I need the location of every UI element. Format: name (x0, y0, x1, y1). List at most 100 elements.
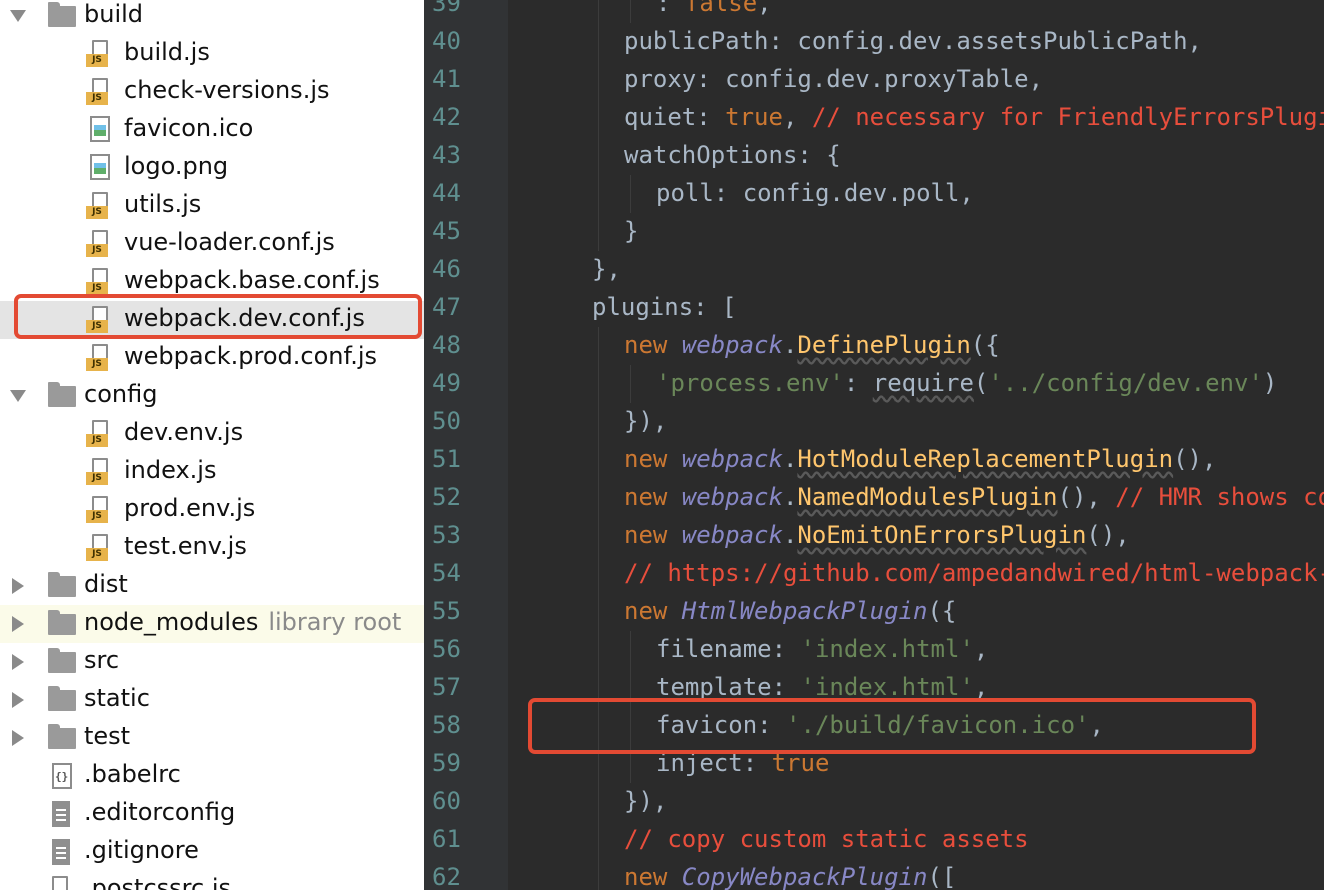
code-token: . (782, 521, 798, 549)
code-token: (), (1086, 521, 1130, 549)
code-token: . (782, 331, 798, 359)
indent-guide (630, 175, 631, 213)
image-file-icon (90, 154, 112, 180)
indent-guide (630, 631, 631, 669)
code-line[interactable]: new webpack.NamedModulesPlugin(), // HMR… (424, 479, 1324, 517)
tree-item-label: index.js (124, 456, 217, 484)
tree-folder-static[interactable]: static (0, 681, 424, 719)
tree-file-check-versions-js[interactable]: JS check-versions.js (0, 73, 424, 111)
code-token: // necessary for FriendlyErrorsPlugin (811, 103, 1324, 131)
highlight-box-favicon-line (528, 698, 1256, 754)
tree-file-postcssrc-js[interactable]: JS .postcssrc.js (0, 871, 424, 890)
code-line[interactable]: filename: 'index.html', (424, 631, 1324, 669)
tree-folder-test[interactable]: test (0, 719, 424, 757)
code-line[interactable]: new webpack.DefinePlugin({ (424, 327, 1324, 365)
folder-icon (48, 382, 76, 407)
code-line[interactable]: // https://github.com/ampedandwired/html… (424, 555, 1324, 593)
code-token: webpack (681, 483, 783, 511)
tree-file-test-env-js[interactable]: JS test.env.js (0, 529, 424, 567)
code-line[interactable]: new HtmlWebpackPlugin({ (424, 593, 1324, 631)
code-text: poll: config.dev.poll, (656, 179, 974, 207)
indent-guide (630, 0, 631, 23)
indent-guide (598, 593, 599, 631)
tree-file-dev-env-js[interactable]: JS dev.env.js (0, 415, 424, 453)
js-file-icon: JS (86, 40, 112, 68)
tree-file-babelrc[interactable]: {} .babelrc (0, 757, 424, 795)
code-line[interactable]: poll: config.dev.poll, (424, 175, 1324, 213)
tree-file-prod-env-js[interactable]: JS prod.env.js (0, 491, 424, 529)
code-token: new (624, 597, 682, 625)
code-token: webpack (681, 445, 783, 473)
chevron-right-icon[interactable] (12, 654, 24, 670)
code-line[interactable]: // copy custom static assets (424, 821, 1324, 859)
folder-icon (48, 724, 76, 749)
code-text: publicPath: config.dev.assetsPublicPath, (624, 27, 1202, 55)
indent-guide (598, 631, 599, 669)
code-text: watchOptions: { (624, 141, 841, 169)
chevron-down-icon[interactable] (10, 10, 26, 22)
tree-file-index-js[interactable]: JS index.js (0, 453, 424, 491)
tree-item-label: .postcssrc.js (84, 874, 231, 890)
code-line[interactable]: quiet: true, // necessary for FriendlyEr… (424, 99, 1324, 137)
tree-file-utils-js[interactable]: JS utils.js (0, 187, 424, 225)
code-line[interactable]: publicPath: config.dev.assetsPublicPath, (424, 23, 1324, 61)
code-token: } (624, 217, 639, 245)
tree-item-label: test.env.js (124, 532, 247, 560)
code-token: : (843, 369, 873, 397)
tree-item-label: static (84, 684, 150, 712)
code-line[interactable]: } (424, 213, 1324, 251)
code-token: 'process.env' (656, 369, 844, 397)
code-token: new (624, 521, 682, 549)
tree-folder-src[interactable]: src (0, 643, 424, 681)
indent-guide (598, 137, 599, 175)
code-token: DefinePlugin (797, 331, 971, 359)
code-line[interactable]: : false, (424, 0, 1324, 23)
code-line[interactable]: new webpack.NoEmitOnErrorsPlugin(), (424, 517, 1324, 555)
code-text: // https://github.com/ampedandwired/html… (624, 559, 1324, 587)
tree-item-label: utils.js (124, 190, 202, 218)
code-text: new CopyWebpackPlugin([ (624, 863, 956, 890)
code-line[interactable]: 'process.env': require('../config/dev.en… (424, 365, 1324, 403)
tree-folder-config[interactable]: config (0, 377, 424, 415)
code-token: watchOptions: { (624, 141, 841, 169)
js-file-icon: JS (86, 230, 112, 258)
code-line[interactable]: new webpack.HotModuleReplacementPlugin()… (424, 441, 1324, 479)
code-token: // https://github.com/ampedandwired/html… (624, 559, 1324, 587)
indent-guide (598, 821, 599, 859)
chevron-right-icon[interactable] (12, 730, 24, 746)
code-line[interactable]: }, (424, 251, 1324, 289)
code-line[interactable]: }), (424, 783, 1324, 821)
code-editor[interactable]: 39 40 41 42 43 44 45 46 47 48 49 50 51 52 53 54 55 56 57 58… (424, 0, 1324, 890)
tree-file-build-js[interactable]: JS build.js (0, 35, 424, 73)
tree-file-logo-png[interactable]: logo.png (0, 149, 424, 187)
code-text: filename: 'index.html', (656, 635, 988, 663)
js-file-icon: JS (86, 344, 112, 372)
tree-file-editorconfig[interactable]: .editorconfig (0, 795, 424, 833)
tree-item-label: dev.env.js (124, 418, 244, 446)
text-file-icon (52, 839, 72, 865)
tree-file-gitignore[interactable]: .gitignore (0, 833, 424, 871)
tree-item-label: .babelrc (84, 760, 181, 788)
code-line[interactable]: plugins: [ (424, 289, 1324, 327)
tree-folder-dist[interactable]: dist (0, 567, 424, 605)
tree-file-webpack-prod-conf-js[interactable]: JS webpack.prod.conf.js (0, 339, 424, 377)
tree-file-vue-loader-conf-js[interactable]: JS vue-loader.conf.js (0, 225, 424, 263)
tree-file-favicon-ico[interactable]: favicon.ico (0, 111, 424, 149)
indent-guide (598, 327, 599, 365)
chevron-right-icon[interactable] (12, 692, 24, 708)
code-text: new webpack.DefinePlugin({ (624, 331, 1000, 359)
code-line[interactable]: }), (424, 403, 1324, 441)
code-token: 'index.html' (800, 673, 974, 701)
project-tree: build JS build.js JS check-versions.js favico… (0, 0, 424, 890)
tree-folder-node-modules[interactable]: node_modules library root (0, 605, 424, 643)
chevron-right-icon[interactable] (12, 578, 24, 594)
code-line[interactable]: watchOptions: { (424, 137, 1324, 175)
tree-item-label: build.js (124, 38, 210, 66)
tree-folder-build[interactable]: build (0, 0, 424, 35)
chevron-right-icon[interactable] (12, 616, 24, 632)
chevron-down-icon[interactable] (10, 390, 26, 402)
code-line[interactable]: proxy: config.dev.proxyTable, (424, 61, 1324, 99)
code-line[interactable]: new CopyWebpackPlugin([ (424, 859, 1324, 890)
indent-guide (598, 783, 599, 821)
code-token: require (872, 369, 974, 397)
